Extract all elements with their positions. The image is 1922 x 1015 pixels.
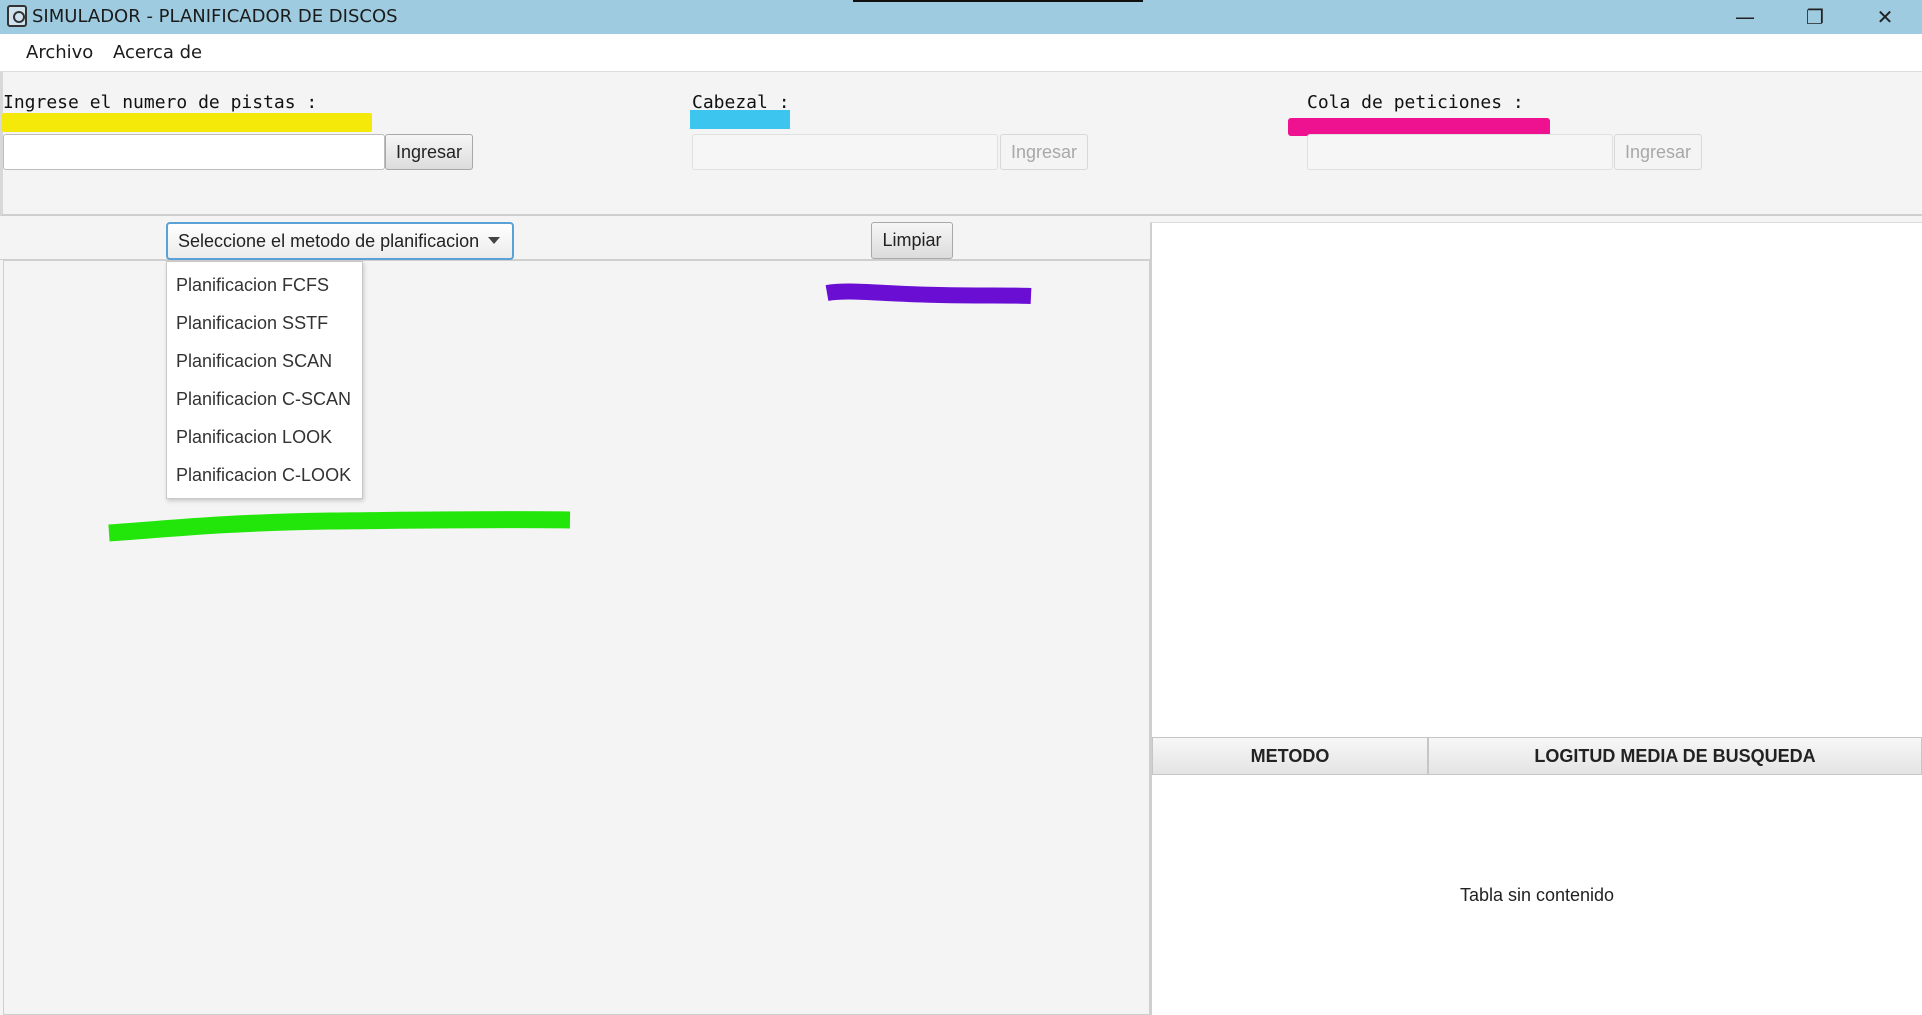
menu-bar: Archivo Acerca de [0,34,1922,72]
purple-marker-stroke [825,283,1032,304]
cabezal-input[interactable] [692,134,998,170]
menu-archivo[interactable]: Archivo [26,42,93,63]
app-disk-icon [7,5,27,27]
pistas-input[interactable] [3,134,385,170]
results-table: METODO LOGITUD MEDIA DE BUSQUEDA Tabla s… [1150,737,1922,1015]
option-scan[interactable]: Planificacion SCAN [167,342,362,380]
title-bar-divider [853,0,1143,2]
cabezal-ingresar-button[interactable]: Ingresar [1000,134,1088,170]
option-c-look[interactable]: Planificacion C-LOOK [167,456,362,494]
method-select-label: Seleccione el metodo de planificacion [178,231,480,251]
method-select[interactable]: Seleccione el metodo de planificacion [166,222,514,260]
menu-acerca-de[interactable]: Acerca de [113,42,202,63]
option-c-scan[interactable]: Planificacion C-SCAN [167,380,362,418]
cola-label: Cola de peticiones : [1307,92,1524,113]
pistas-label: Ingrese el numero de pistas : [3,92,318,113]
option-fcfs[interactable]: Planificacion FCFS [167,266,362,304]
window-title: SIMULADOR - PLANIFICADOR DE DISCOS [32,6,398,27]
cabezal-label: Cabezal : [692,92,790,113]
pistas-ingresar-button[interactable]: Ingresar [385,134,473,170]
chevron-down-icon [488,237,500,244]
chart-panel [1150,222,1922,737]
option-look[interactable]: Planificacion LOOK [167,418,362,456]
title-bar: SIMULADOR - PLANIFICADOR DE DISCOS — ❐ ✕ [0,0,1922,34]
green-marker-stroke [108,511,571,542]
cola-input[interactable] [1307,134,1613,170]
method-dropdown-list: Planificacion FCFS Planificacion SSTF Pl… [166,261,363,499]
restore-icon[interactable]: ❐ [1780,0,1850,34]
column-header-metodo[interactable]: METODO [1152,737,1428,775]
minimize-icon[interactable]: — [1710,0,1780,34]
limpiar-button[interactable]: Limpiar [871,222,953,259]
yellow-highlight-mark [2,113,372,132]
column-header-longitud-media[interactable]: LOGITUD MEDIA DE BUSQUEDA [1428,737,1922,775]
option-sstf[interactable]: Planificacion SSTF [167,304,362,342]
table-empty-placeholder: Tabla sin contenido [1459,885,1615,905]
cola-ingresar-button[interactable]: Ingresar [1614,134,1702,170]
close-icon[interactable]: ✕ [1850,0,1920,34]
